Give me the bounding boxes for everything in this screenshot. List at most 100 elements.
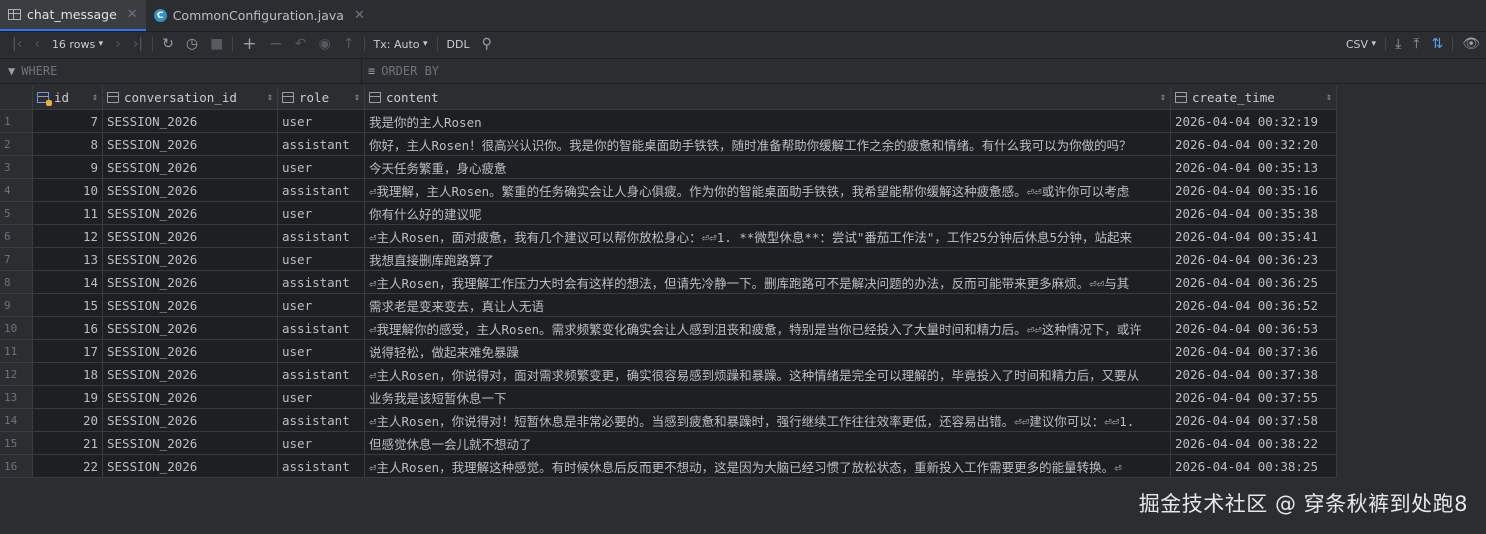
query-history-icon[interactable]: ◷ [180,32,204,56]
cell-role[interactable]: assistant [278,133,365,156]
cell-id[interactable]: 18 [33,363,103,386]
column-header-create-time[interactable]: create_time ⇕ [1171,86,1337,110]
transaction-mode-dropdown[interactable]: Tx: Auto ▾ [368,32,434,56]
cell-id[interactable]: 15 [33,294,103,317]
cell-role[interactable]: assistant [278,317,365,340]
cell-create-time[interactable]: 2026-04-04 00:36:52 [1171,294,1337,317]
cell-role[interactable]: assistant [278,271,365,294]
cell-role[interactable]: user [278,386,365,409]
reload-icon[interactable]: ↻ [156,32,180,56]
cell-id[interactable]: 11 [33,202,103,225]
previous-page-icon[interactable]: ‹ [28,32,46,56]
cell-id[interactable]: 21 [33,432,103,455]
submit-icon[interactable]: ↑ [337,32,361,56]
table-row[interactable]: 12 18 SESSION_2026 assistant ⏎主人Rosen，你说得对，面… [0,363,1337,386]
cell-conversation-id[interactable]: SESSION_2026 [103,363,278,386]
column-header-content[interactable]: content ⇕ [365,86,1171,110]
cell-role[interactable]: user [278,156,365,179]
cell-conversation-id[interactable]: SESSION_2026 [103,432,278,455]
cell-create-time[interactable]: 2026-04-04 00:38:25 [1171,455,1337,478]
cell-content[interactable]: 你有什么好的建议呢 [365,202,1171,225]
search-icon[interactable]: ⚲ [476,32,498,56]
cell-content[interactable]: ⏎主人Rosen，我理解工作压力大时会有这样的想法，但请先冷静一下。删库跑路可不… [365,271,1171,294]
table-row[interactable]: 8 14 SESSION_2026 assistant ⏎主人Rosen，我理解工作压力… [0,271,1337,294]
cell-create-time[interactable]: 2026-04-04 00:35:16 [1171,179,1337,202]
cell-id[interactable]: 19 [33,386,103,409]
table-row[interactable]: 13 19 SESSION_2026 user 业务我是该短暂休息一下 2026-04-0… [0,386,1337,409]
cell-id[interactable]: 22 [33,455,103,478]
cell-role[interactable]: user [278,248,365,271]
compare-icon[interactable]: ⇅ [1425,32,1449,56]
tab-chat-message[interactable]: chat_message ✕ [0,0,146,31]
cell-content[interactable]: 说得轻松，做起来难免暴躁 [365,340,1171,363]
sort-icon[interactable]: ⇕ [1156,92,1166,103]
cell-content[interactable]: 我是你的主人Rosen [365,110,1171,133]
cell-role[interactable]: user [278,432,365,455]
export-icon[interactable]: ⤓ [1389,32,1407,56]
table-row[interactable]: 14 20 SESSION_2026 assistant ⏎主人Rosen，你说得对！短… [0,409,1337,432]
cell-create-time[interactable]: 2026-04-04 00:32:19 [1171,110,1337,133]
cell-create-time[interactable]: 2026-04-04 00:36:25 [1171,271,1337,294]
cell-create-time[interactable]: 2026-04-04 00:37:38 [1171,363,1337,386]
cell-role[interactable]: assistant [278,455,365,478]
sort-icon[interactable]: ⇕ [1322,92,1332,103]
cell-id[interactable]: 14 [33,271,103,294]
cell-role[interactable]: assistant [278,179,365,202]
tab-common-configuration[interactable]: C CommonConfiguration.java ✕ [146,0,373,31]
cell-content[interactable]: ⏎主人Rosen，你说得对！短暂休息是非常必要的。当感到疲惫和暴躁时，强行继续工… [365,409,1171,432]
table-row[interactable]: 16 22 SESSION_2026 assistant ⏎主人Rosen，我理解这种感… [0,455,1337,478]
cell-id[interactable]: 13 [33,248,103,271]
table-row[interactable]: 15 21 SESSION_2026 user 但感觉休息一会儿就不想动了 2026-04… [0,432,1337,455]
cell-role[interactable]: user [278,340,365,363]
rows-count-dropdown[interactable]: 16 rows ▾ [46,32,109,56]
cell-role[interactable]: assistant [278,409,365,432]
cell-create-time[interactable]: 2026-04-04 00:35:13 [1171,156,1337,179]
cell-content[interactable]: ⏎我理解，主人Rosen。繁重的任务确实会让人身心俱疲。作为你的智能桌面助手铁铁… [365,179,1171,202]
table-row[interactable]: 4 10 SESSION_2026 assistant ⏎我理解，主人Rosen。繁重的… [0,179,1337,202]
cell-role[interactable]: assistant [278,225,365,248]
preview-changes-icon[interactable]: ◉ [313,32,337,56]
table-row[interactable]: 3 9 SESSION_2026 user 今天任务繁重，身心疲惫 2026-04-04 … [0,156,1337,179]
import-icon[interactable]: ⤒ [1407,32,1425,56]
close-icon[interactable]: ✕ [127,7,138,22]
cell-conversation-id[interactable]: SESSION_2026 [103,271,278,294]
export-format-dropdown[interactable]: CSV ▾ [1340,32,1382,56]
cell-content[interactable]: 业务我是该短暂休息一下 [365,386,1171,409]
cell-id[interactable]: 20 [33,409,103,432]
cell-role[interactable]: user [278,110,365,133]
cell-id[interactable]: 17 [33,340,103,363]
cell-create-time[interactable]: 2026-04-04 00:36:53 [1171,317,1337,340]
cell-conversation-id[interactable]: SESSION_2026 [103,294,278,317]
cell-content[interactable]: ⏎主人Rosen，面对疲惫，我有几个建议可以帮你放松身心：⏎⏎1. **微型休息… [365,225,1171,248]
sort-icon[interactable]: ⇕ [88,92,98,103]
view-options-eye-icon[interactable]: 👁 [1456,32,1486,56]
cell-content[interactable]: 我想直接删库跑路算了 [365,248,1171,271]
cell-create-time[interactable]: 2026-04-04 00:38:22 [1171,432,1337,455]
delete-row-icon[interactable]: − [263,32,289,56]
sort-icon[interactable]: ⇕ [263,92,273,103]
table-row[interactable]: 7 13 SESSION_2026 user 我想直接删库跑路算了 2026-04-04 … [0,248,1337,271]
cell-create-time[interactable]: 2026-04-04 00:37:36 [1171,340,1337,363]
add-row-icon[interactable]: + [236,32,262,56]
revert-icon[interactable]: ↶ [289,32,313,56]
cell-conversation-id[interactable]: SESSION_2026 [103,248,278,271]
table-row[interactable]: 11 17 SESSION_2026 user 说得轻松，做起来难免暴躁 2026-04-… [0,340,1337,363]
cell-conversation-id[interactable]: SESSION_2026 [103,409,278,432]
cell-content[interactable]: ⏎主人Rosen，我理解这种感觉。有时候休息后反而更不想动，这是因为大脑已经习惯… [365,455,1171,478]
cell-content[interactable]: 需求老是变来变去，真让人无语 [365,294,1171,317]
cell-content[interactable]: 你好，主人Rosen！很高兴认识你。我是你的智能桌面助手铁铁，随时准备帮助你缓解… [365,133,1171,156]
cell-conversation-id[interactable]: SESSION_2026 [103,455,278,478]
table-row[interactable]: 2 8 SESSION_2026 assistant 你好，主人Rosen！很高兴认识你… [0,133,1337,156]
stop-icon[interactable]: ■ [204,32,229,56]
cell-id[interactable]: 8 [33,133,103,156]
column-header-conversation-id[interactable]: conversation_id ⇕ [103,86,278,110]
table-row[interactable]: 10 16 SESSION_2026 assistant ⏎我理解你的感受，主人Rose… [0,317,1337,340]
first-page-icon[interactable]: |‹ [6,32,28,56]
column-header-role[interactable]: role ⇕ [278,86,365,110]
next-page-icon[interactable]: › [109,32,127,56]
order-by-input[interactable]: ≡ ORDER BY [362,59,439,83]
cell-id[interactable]: 10 [33,179,103,202]
cell-content[interactable]: ⏎主人Rosen，你说得对，面对需求频繁变更，确实很容易感到烦躁和暴躁。这种情绪… [365,363,1171,386]
sort-icon[interactable]: ⇕ [350,92,360,103]
cell-id[interactable]: 12 [33,225,103,248]
